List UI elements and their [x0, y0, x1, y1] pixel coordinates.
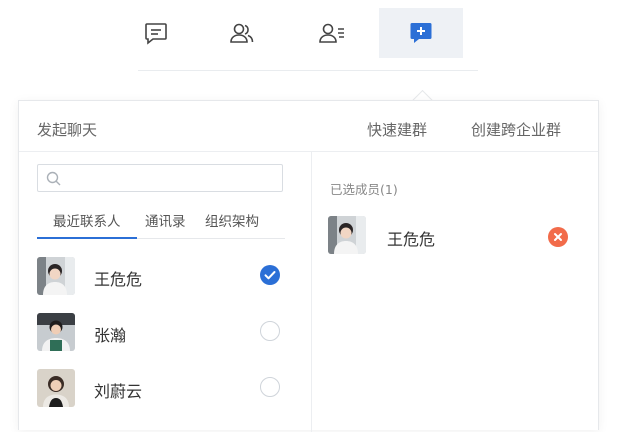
tab-org-structure[interactable]: 组织架构 — [205, 210, 259, 230]
contact-row[interactable]: 王危危 — [19, 248, 311, 304]
contact-name: 刘蔚云 — [94, 382, 143, 401]
contacts-button[interactable] — [200, 8, 284, 58]
search-input[interactable] — [66, 167, 280, 191]
selected-members-panel: 已选成员(1) 王危危 — [312, 152, 600, 432]
remove-member-button[interactable] — [548, 227, 568, 247]
selected-member-name: 王危危 — [387, 230, 436, 249]
close-icon — [554, 233, 562, 241]
search-box[interactable] — [37, 164, 283, 192]
contact-picker: 最近联系人 通讯录 组织架构 王危危 张瀚 刘蔚云 — [19, 152, 312, 432]
new-chat-plus-icon — [410, 23, 432, 43]
chat-button[interactable] — [114, 8, 198, 58]
selected-count-label: 已选成员(1) — [330, 182, 398, 197]
checkmark-icon — [264, 271, 276, 280]
toolbar-divider — [138, 70, 478, 71]
contact-row[interactable]: 刘蔚云 — [19, 360, 311, 416]
address-book-icon — [319, 23, 344, 43]
contact-name: 张瀚 — [94, 326, 127, 345]
top-toolbar — [0, 0, 626, 71]
contact-checkbox[interactable] — [260, 321, 280, 341]
popup-title: 发起聊天 — [37, 121, 98, 139]
create-enterprise-group-link[interactable]: 创建跨企业群 — [471, 119, 561, 140]
tab-recent-contacts[interactable]: 最近联系人 — [53, 210, 121, 230]
avatar — [328, 216, 366, 254]
avatar — [37, 257, 75, 295]
tab-address-book[interactable]: 通讯录 — [145, 210, 186, 230]
contact-row[interactable]: 张瀚 — [19, 304, 311, 360]
contacts-icon — [230, 23, 254, 43]
contact-checkbox-checked[interactable] — [260, 265, 280, 285]
quick-group-link[interactable]: 快速建群 — [367, 119, 427, 140]
avatar — [37, 313, 75, 351]
active-tab-indicator — [37, 237, 137, 239]
new-chat-button[interactable] — [379, 8, 463, 58]
contact-tabs: 最近联系人 通讯录 组织架构 — [37, 210, 285, 239]
start-chat-popup: 发起聊天 快速建群 创建跨企业群 最近联系人 通讯录 组织架构 王危危 张瀚 刘… — [18, 100, 600, 432]
address-book-button[interactable] — [290, 8, 374, 58]
avatar — [37, 369, 75, 407]
popup-header: 发起聊天 快速建群 创建跨企业群 — [19, 101, 598, 152]
contact-checkbox[interactable] — [260, 377, 280, 397]
contact-name: 王危危 — [94, 270, 143, 289]
chat-message-icon — [145, 23, 167, 45]
search-icon — [46, 171, 61, 186]
